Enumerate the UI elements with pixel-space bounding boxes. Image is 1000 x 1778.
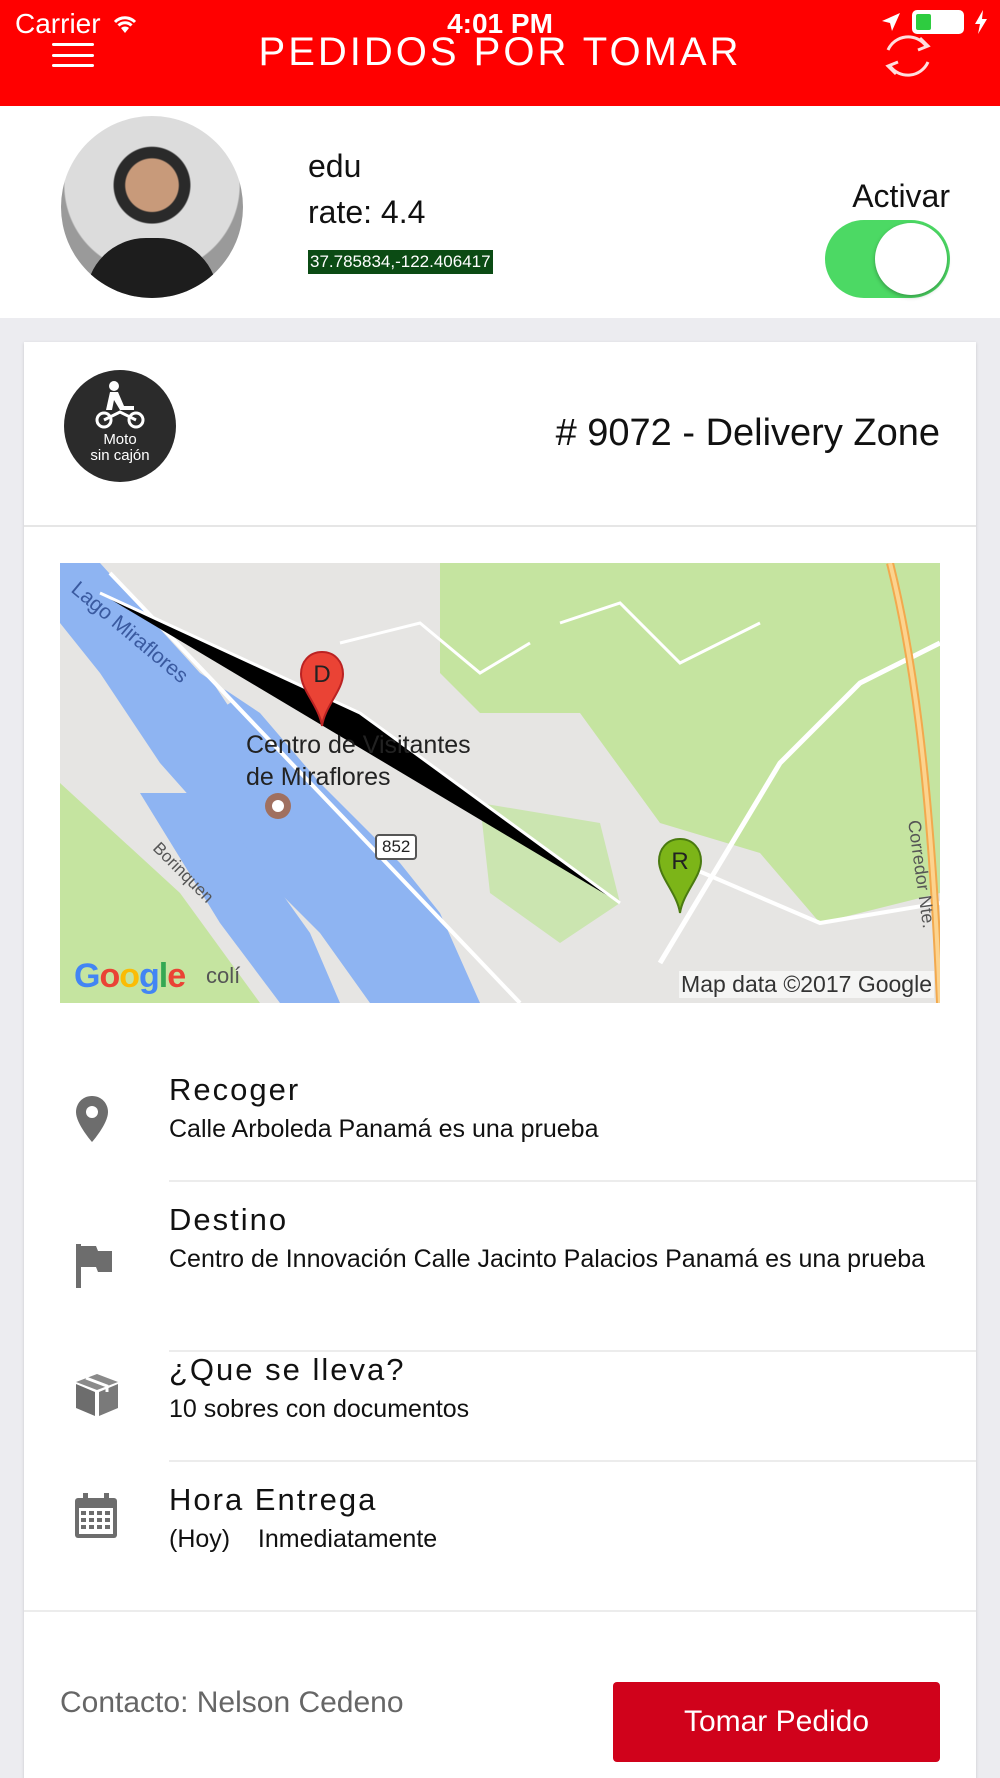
package-icon [76, 1374, 118, 1416]
driver-rate: rate: 4.4 [308, 194, 426, 230]
detail-title: ¿Que se lleva? [169, 1352, 406, 1387]
detail-row-destination: Destino Centro de Innovación Calle Jacin… [24, 1202, 976, 1372]
detail-title: Destino [169, 1202, 289, 1237]
order-title: # 9072 - Delivery Zone [555, 412, 940, 454]
delivery-day: (Hoy) [169, 1525, 231, 1553]
detail-value: 10 sobres con documentos [169, 1395, 470, 1423]
refresh-icon[interactable] [876, 24, 940, 88]
take-order-button[interactable]: Tomar Pedido [613, 1682, 940, 1762]
map-credit: Map data ©2017 Google [679, 971, 934, 998]
scooter-icon [95, 381, 145, 429]
vehicle-badge: Moto sin cajón [64, 370, 176, 482]
map-place-label: Centro de Visitantes de Miraflores [246, 731, 471, 791]
detail-title: Hora Entrega [169, 1482, 378, 1517]
activate-label: Activar [852, 178, 950, 214]
order-card: Moto sin cajón # 9072 - Delivery Zone Lag… [24, 342, 976, 1778]
road-badge: 852 [375, 834, 418, 860]
divider [24, 525, 976, 527]
map-label-coli: colí [206, 963, 240, 988]
map-canvas: Lago Miraflores Borinquen Corredor Nte. … [60, 563, 940, 1003]
detail-value: Centro de Innovación Calle Jacinto Palac… [169, 1245, 926, 1273]
detail-title: Recoger [169, 1072, 301, 1107]
top-bar: Carrier 4:01 PM PEDIDOS POR TOMAR [0, 0, 1000, 106]
pickup-pin-icon[interactable]: R [657, 837, 703, 915]
driver-profile: edu rate: 4.4 37.785834,-122.406417 Acti… [0, 106, 1000, 318]
flag-icon [76, 1244, 112, 1288]
detail-row-delivery-time: Hora Entrega (Hoy) Inmediatamente [24, 1482, 976, 1642]
svg-text:R: R [671, 848, 688, 875]
route-map[interactable]: Lago Miraflores Borinquen Corredor Nte. … [60, 563, 940, 1003]
vehicle-label-2: sin cajón [90, 447, 150, 464]
driver-coordinates: 37.785834,-122.406417 [308, 250, 493, 274]
detail-value: Calle Arboleda Panamá es una prueba [169, 1115, 599, 1143]
activate-toggle[interactable] [825, 220, 950, 298]
detail-row-package: ¿Que se lleva? 10 sobres con documentos [24, 1352, 976, 1502]
divider [24, 1610, 976, 1612]
avatar [61, 116, 243, 298]
svg-text:D: D [313, 661, 330, 688]
page-title: PEDIDOS POR TOMAR [258, 30, 742, 74]
detail-row-pickup: Recoger Calle Arboleda Panamá es una pru… [24, 1072, 976, 1202]
driver-name: edu [308, 148, 362, 184]
google-logo: Google [74, 957, 186, 995]
destination-pin-icon[interactable]: D [299, 650, 345, 728]
vehicle-label-1: Moto [103, 431, 137, 448]
delivery-time: Inmediatamente [257, 1525, 438, 1553]
calendar-icon [75, 1493, 117, 1538]
contact-label: Contacto: Nelson Cedeno [60, 1686, 404, 1719]
location-pin-icon [76, 1096, 108, 1142]
detail-value: (Hoy) Inmediatamente [169, 1520, 949, 1558]
